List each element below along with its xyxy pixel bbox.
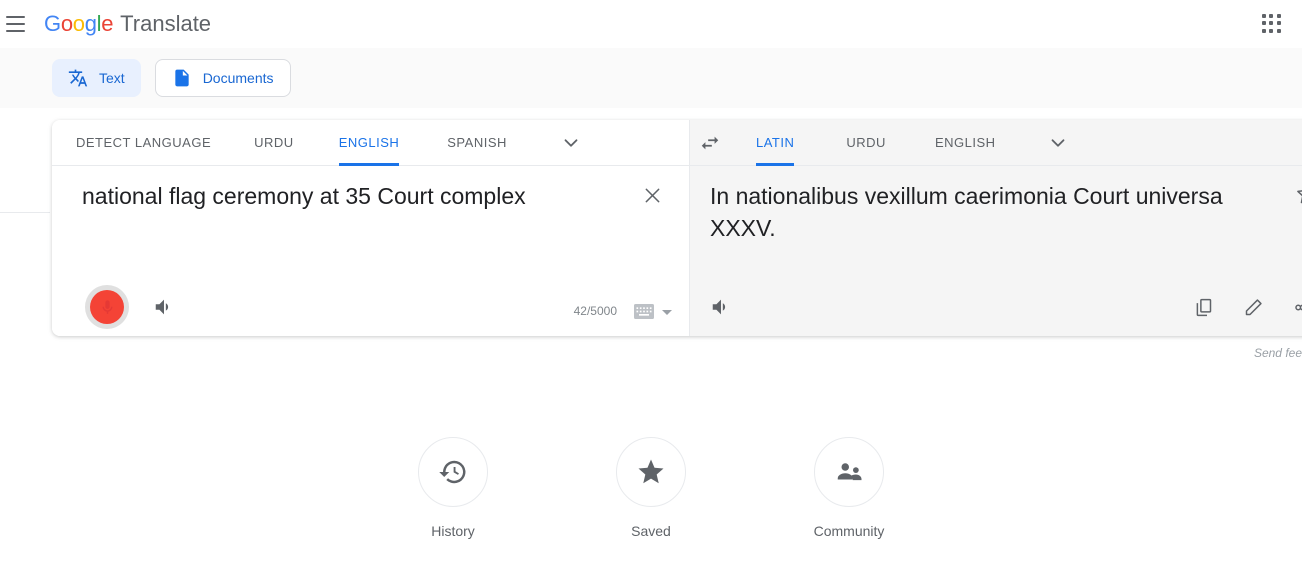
target-lang-latin[interactable]: LATIN (756, 120, 795, 166)
star-filled-icon (616, 437, 686, 507)
source-lang-detect[interactable]: DETECT LANGUAGE (76, 120, 211, 166)
google-wordmark: Google (44, 11, 113, 37)
target-footer (690, 278, 1302, 336)
logo-letter-e: e (101, 11, 114, 36)
translate-card: DETECT LANGUAGE URDU ENGLISH SPANISH nat… (52, 120, 1302, 336)
target-language-bar: LATIN URDU ENGLISH (690, 120, 1302, 166)
hamburger-line (6, 23, 25, 25)
share-icon[interactable] (1286, 290, 1302, 324)
keyboard-caret-down-icon[interactable] (662, 310, 672, 315)
tab-documents[interactable]: Documents (154, 59, 291, 97)
tab-documents-label: Documents (202, 70, 274, 86)
left-edge-divider (0, 212, 50, 213)
app-header: Google Translate (0, 0, 1302, 48)
source-footer: 42/5000 (52, 278, 689, 336)
target-speaker-icon[interactable] (704, 290, 738, 324)
source-text[interactable]: national flag ceremony at 35 Court compl… (82, 180, 642, 212)
keyboard-icon[interactable] (634, 304, 654, 319)
shortcut-history-label: History (431, 523, 475, 539)
people-community-icon (814, 437, 884, 507)
source-lang-spanish[interactable]: SPANISH (447, 120, 507, 166)
shortcut-saved-label: Saved (631, 523, 671, 539)
document-icon (172, 68, 192, 88)
source-pane: DETECT LANGUAGE URDU ENGLISH SPANISH nat… (52, 120, 690, 336)
google-apps-grid-icon[interactable] (1258, 10, 1286, 38)
target-action-buttons (1186, 290, 1302, 324)
shortcut-community[interactable]: Community (782, 437, 916, 539)
hamburger-menu-icon[interactable] (6, 12, 30, 36)
pencil-edit-icon[interactable] (1236, 290, 1270, 324)
send-feedback-link[interactable]: Send fee (1254, 346, 1302, 360)
history-clock-icon (418, 437, 488, 507)
tab-text-label: Text (99, 70, 125, 86)
target-lang-english[interactable]: ENGLISH (935, 120, 996, 166)
copy-icon[interactable] (1186, 290, 1220, 324)
tab-text[interactable]: Text (52, 59, 141, 97)
source-lang-english[interactable]: ENGLISH (338, 120, 400, 166)
logo-letter-o1: o (60, 11, 73, 36)
clear-source-close-icon[interactable] (637, 180, 667, 210)
translate-icon (68, 68, 88, 88)
swap-languages-icon[interactable] (690, 120, 730, 166)
shortcut-saved[interactable]: Saved (584, 437, 718, 539)
shortcut-history[interactable]: History (386, 437, 520, 539)
brand-logo[interactable]: Google Translate (44, 11, 211, 37)
logo-letter-g: G (44, 11, 61, 36)
shortcut-row: History Saved Community (0, 437, 1302, 539)
target-more-languages-chevron-down-icon[interactable] (1040, 120, 1076, 166)
hamburger-line (6, 16, 25, 18)
character-count: 42/5000 (573, 304, 617, 318)
hamburger-line (6, 30, 25, 32)
source-lang-urdu[interactable]: URDU (254, 120, 294, 166)
target-pane: LATIN URDU ENGLISH In nationalibus vexil… (690, 120, 1302, 336)
source-language-bar: DETECT LANGUAGE URDU ENGLISH SPANISH (52, 120, 689, 166)
save-translation-star-outline-icon[interactable] (1292, 178, 1302, 208)
translated-text: In nationalibus vexillum caerimonia Cour… (710, 183, 1223, 241)
shortcut-community-label: Community (813, 523, 885, 539)
source-speaker-icon[interactable] (147, 290, 181, 324)
logo-letter-g2: g (84, 11, 97, 36)
mode-tab-bar: Text Documents (0, 48, 1302, 108)
product-name: Translate (120, 11, 212, 36)
logo-letter-o2: o (72, 11, 85, 36)
microphone-icon[interactable] (85, 285, 129, 329)
microphone-active-indicator (90, 290, 124, 324)
target-lang-urdu[interactable]: URDU (846, 120, 886, 166)
source-more-languages-chevron-down-icon[interactable] (553, 120, 589, 166)
